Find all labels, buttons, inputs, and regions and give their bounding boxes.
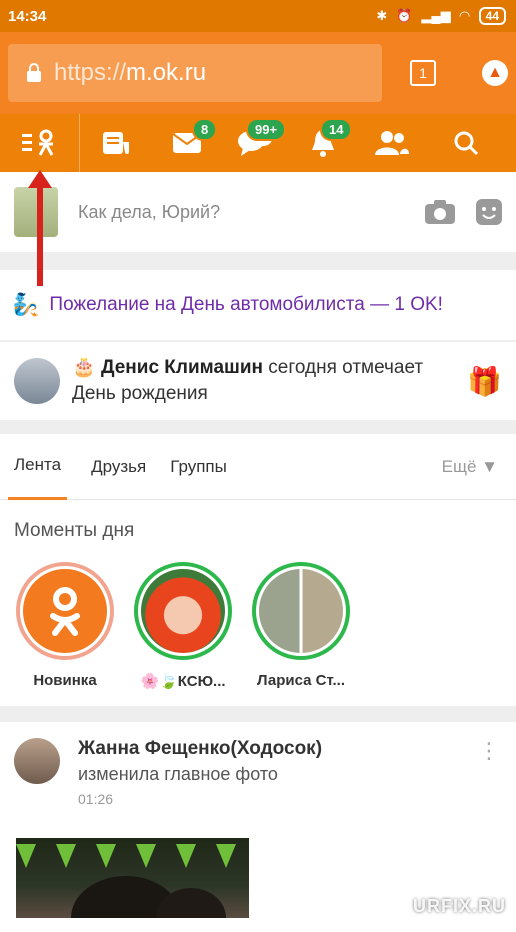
wifi-icon: ◠ <box>459 8 470 23</box>
avatar[interactable] <box>14 187 58 237</box>
messages-button[interactable]: 8 <box>152 114 222 172</box>
browser-url-bar: https://m.ok.ru 1 ▲ <box>0 32 516 114</box>
clock: 14:34 <box>8 7 47 25</box>
avatar[interactable] <box>14 738 60 784</box>
feed-icon <box>103 132 129 154</box>
more-dropdown[interactable]: Ещё ▼ <box>442 457 498 477</box>
watermark: URFIX.RU <box>413 896 506 916</box>
notifications-badge: 14 <box>320 118 353 141</box>
annotation-arrow <box>37 176 43 286</box>
promo-banner[interactable]: 🧞 Пожелание на День автомобилиста — 1 OK… <box>0 270 516 340</box>
status-icons: ✱ ⏰ ▂▄▆ ◠ 44 <box>376 7 506 25</box>
moment-ring <box>252 562 350 660</box>
url-protocol: https:// <box>54 59 127 86</box>
feed-section: Лента Друзья Группы Ещё ▼ Моменты дня Но… <box>0 434 516 706</box>
tab-feed[interactable]: Лента <box>8 434 68 500</box>
discussions-button[interactable]: 99+ <box>222 114 288 172</box>
moments-title: Моменты дня <box>14 520 135 541</box>
post-photo[interactable] <box>16 838 249 918</box>
battery-icon: 44 <box>478 7 506 25</box>
feed-button[interactable] <box>80 114 152 172</box>
post-author[interactable]: Жанна Фещенко(Ходосок) <box>78 738 322 760</box>
birthday-text: 🎂 Денис Климашин сегодня отмечает День р… <box>72 355 467 407</box>
menu-button[interactable] <box>0 114 80 172</box>
birthday-name[interactable]: Денис Климашин <box>101 357 263 378</box>
genie-icon: 🧞 <box>12 292 40 317</box>
promo-text[interactable]: Пожелание на День автомобилиста — 1 OK! <box>49 294 443 316</box>
moment-item[interactable]: Лариса Ст... <box>252 562 350 690</box>
cake-icon: 🎂 <box>72 357 96 378</box>
url-field[interactable]: https://m.ok.ru <box>8 44 382 102</box>
bluetooth-icon: ✱ <box>376 8 388 23</box>
moment-photo <box>138 566 228 656</box>
url-host: m.ok.ru <box>126 59 207 86</box>
friends-icon <box>375 131 409 155</box>
moment-label: Новинка <box>33 672 97 689</box>
post-action: изменила главное фото <box>78 764 278 784</box>
tab-switcher-button[interactable]: 1 <box>410 60 436 86</box>
search-icon <box>454 131 479 156</box>
upload-icon[interactable]: ▲ <box>482 60 508 86</box>
moment-item[interactable]: Новинка <box>16 562 114 690</box>
moment-ring <box>134 562 232 660</box>
alarm-icon: ⏰ <box>396 8 413 23</box>
messages-badge: 8 <box>192 118 218 141</box>
post-time: 01:26 <box>78 791 114 807</box>
ok-logo-icon <box>20 566 110 656</box>
discussions-badge: 99+ <box>246 118 287 141</box>
tab-groups[interactable]: Группы <box>170 434 227 500</box>
bunting-decoration <box>16 844 236 918</box>
birthday-card[interactable]: 🎂 Денис Климашин сегодня отмечает День р… <box>0 342 516 420</box>
moment-photo <box>256 566 346 656</box>
signal-icon: ▂▄▆ <box>421 8 451 23</box>
composer-placeholder[interactable]: Как дела, Юрий? <box>78 202 424 223</box>
friends-button[interactable] <box>358 114 426 172</box>
moments-list: Новинка 🌸🍃КСЮ... Лариса Ст... <box>0 542 516 706</box>
moment-label: 🌸🍃КСЮ... <box>140 673 226 690</box>
moment-ring <box>16 562 114 660</box>
tab-friends[interactable]: Друзья <box>91 434 146 500</box>
ok-toolbar: 8 99+ 14 <box>0 114 516 172</box>
status-bar: 14:34 ✱ ⏰ ▂▄▆ ◠ 44 <box>0 0 516 32</box>
moment-item[interactable]: 🌸🍃КСЮ... <box>134 562 232 690</box>
camera-icon[interactable] <box>424 199 456 225</box>
notifications-button[interactable]: 14 <box>288 114 358 172</box>
ok-menu-icon <box>21 129 53 156</box>
lock-icon <box>27 63 41 82</box>
feed-tabs: Лента Друзья Группы Ещё ▼ <box>0 434 516 500</box>
status-composer[interactable]: Как дела, Юрий? <box>0 172 516 252</box>
smiley-icon[interactable] <box>476 199 502 225</box>
more-vert-icon[interactable]: ⋮ <box>478 738 500 764</box>
gift-icon[interactable]: 🎁 <box>467 365 502 398</box>
search-button[interactable] <box>426 114 506 172</box>
avatar[interactable] <box>14 358 60 404</box>
moment-label: Лариса Ст... <box>256 672 346 689</box>
